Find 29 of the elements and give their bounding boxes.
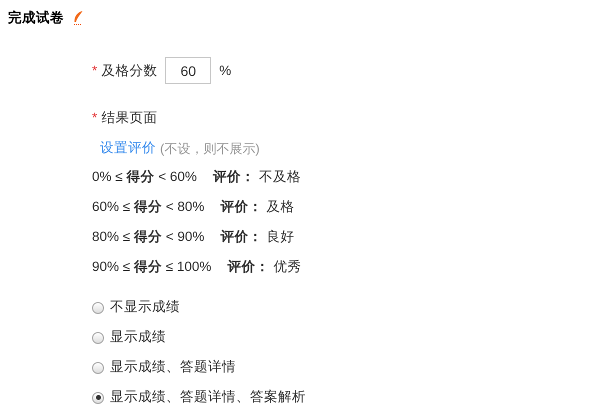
evaluation-label: 评价： [227, 258, 270, 276]
required-mark: * [92, 62, 98, 80]
option-label: 显示成绩、答题详情、答案解析 [110, 388, 306, 406]
evaluation-value: 及格 [266, 198, 294, 216]
section-title: 完成试卷 [8, 9, 64, 27]
radio-button[interactable] [92, 392, 104, 404]
evaluation-value: 良好 [266, 228, 294, 246]
evaluation-label: 评价： [212, 168, 255, 186]
evaluation-label: 评价： [220, 228, 262, 246]
option-label: 显示成绩 [110, 328, 166, 346]
option-label: 显示成绩、答题详情 [110, 358, 236, 376]
score-range: 80% ≤ 得分 < 90% [92, 228, 204, 246]
radio-button[interactable] [92, 302, 104, 314]
evaluation-value: 不及格 [258, 168, 301, 186]
score-input[interactable]: 60 [165, 57, 212, 84]
field-label: 及格分数 [101, 62, 158, 80]
hint-text: (不设，则不展示) [160, 140, 260, 158]
radio-button[interactable] [92, 362, 104, 374]
evaluation-value: 优秀 [273, 258, 302, 276]
score-range: 0% ≤ 得分 < 60% [92, 168, 197, 186]
option-label: 不显示成绩 [110, 298, 180, 316]
required-mark: * [92, 109, 98, 128]
radio-button[interactable] [92, 332, 104, 344]
field-label: 结果页面 [101, 109, 158, 128]
unit-label: % [219, 62, 232, 80]
feather-icon [72, 10, 84, 26]
score-range: 60% ≤ 得分 < 80% [92, 198, 204, 216]
evaluation-label: 评价： [220, 198, 262, 216]
score-range: 90% ≤ 得分 ≤ 100% [92, 258, 212, 276]
